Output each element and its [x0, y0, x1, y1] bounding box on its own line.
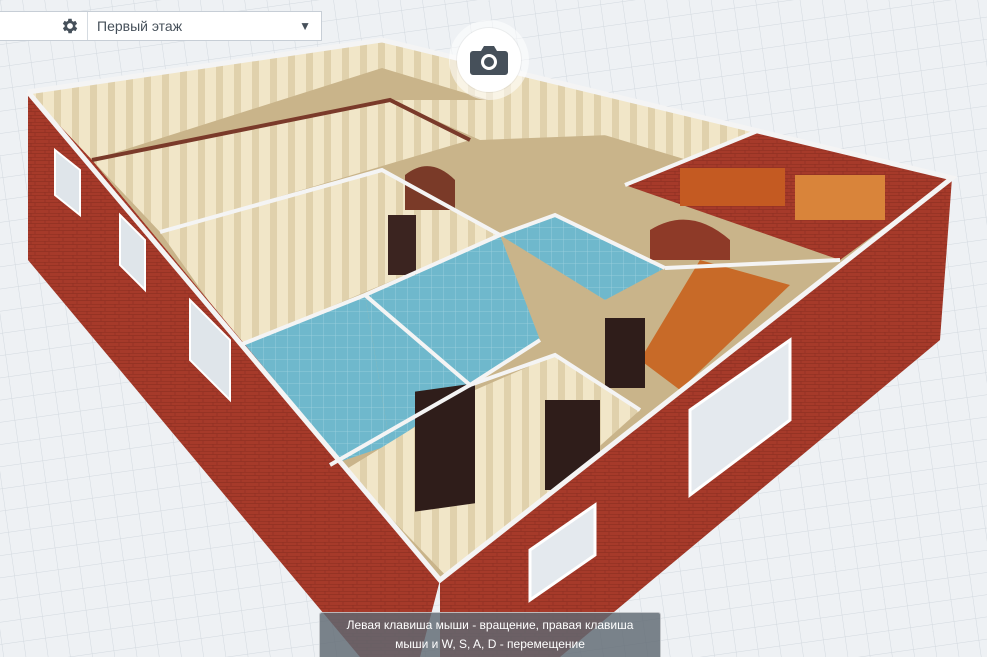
gear-icon: [62, 18, 78, 34]
kitchen-cabinet-right: [795, 175, 885, 220]
controls-hint-line-2: мыши и W, S, A, D - перемещение: [395, 637, 585, 651]
floor-select[interactable]: Первый этаж ▼: [88, 12, 321, 40]
screenshot-button[interactable]: [449, 20, 529, 100]
floor-toolbar: Первый этаж ▼: [0, 11, 322, 41]
chevron-down-icon: ▼: [299, 19, 311, 33]
kitchen-cabinet-upper: [680, 168, 785, 206]
settings-button[interactable]: [0, 12, 88, 40]
controls-hint: Левая клавиша мыши - вращение, правая кл…: [319, 612, 661, 657]
controls-hint-line-1: Левая клавиша мыши - вращение, правая кл…: [346, 618, 634, 632]
floor-select-value: Первый этаж: [97, 18, 183, 34]
door-4: [605, 318, 645, 388]
camera-icon: [470, 46, 508, 75]
door-2: [415, 383, 475, 512]
door-1: [388, 215, 416, 275]
screenshot-button-inner: [457, 28, 521, 92]
